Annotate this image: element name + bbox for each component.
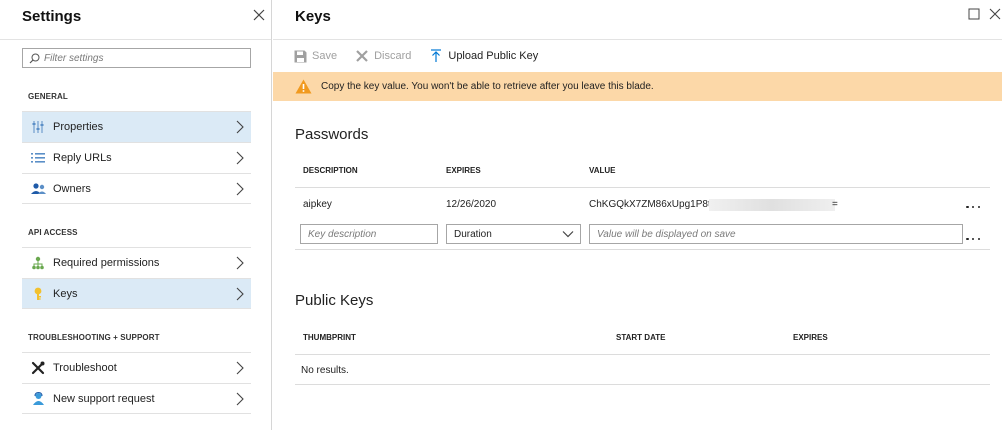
public-keys-heading: Public Keys <box>295 292 374 309</box>
table-divider <box>295 187 990 188</box>
empty-results-text: No results. <box>301 365 349 376</box>
maximize-icon[interactable] <box>968 8 980 20</box>
warning-text: Copy the key value. You won't be able to… <box>321 81 654 92</box>
hierarchy-icon <box>30 255 46 271</box>
upload-icon <box>429 49 443 63</box>
warning-banner: Copy the key value. You won't be able to… <box>273 72 1002 101</box>
save-button[interactable]: Save <box>293 49 337 63</box>
discard-icon <box>355 49 369 63</box>
sidebar-item-label: Required permissions <box>53 257 160 269</box>
sidebar-item-label: Troubleshoot <box>53 362 117 374</box>
section-label-api-access: API ACCESS <box>28 228 78 237</box>
upload-public-key-button[interactable]: Upload Public Key <box>429 49 538 63</box>
sidebar-item-label: Keys <box>53 287 78 300</box>
keys-blade: Keys Save Discard Upload Public Key Copy… <box>273 0 1002 430</box>
list-icon <box>30 150 46 166</box>
key-value[interactable]: ChKGQkX7ZM86xUpg1P8t <box>589 199 711 210</box>
key-icon <box>30 286 46 302</box>
filter-settings-input[interactable] <box>44 52 244 64</box>
search-icon <box>29 53 40 63</box>
key-expires: 12/26/2020 <box>446 199 497 210</box>
divider <box>273 39 1002 40</box>
table-divider <box>295 249 990 250</box>
toolbar: Save Discard Upload Public Key <box>293 46 556 66</box>
table-divider <box>295 384 990 385</box>
chevron-right-icon <box>236 151 244 165</box>
passwords-heading: Passwords <box>295 126 369 143</box>
key-value-suffix: = <box>832 199 838 210</box>
duration-selected-value: Duration <box>454 228 492 240</box>
section-label-troubleshooting: TROUBLESHOOTING + SUPPORT <box>28 333 160 342</box>
chevron-right-icon <box>236 287 244 300</box>
settings-title: Settings <box>22 8 82 25</box>
table-divider <box>295 354 990 355</box>
sidebar-item-owners[interactable]: Owners <box>22 173 251 204</box>
column-header-description: DESCRIPTION <box>303 166 358 175</box>
sidebar-item-troubleshoot[interactable]: Troubleshoot <box>22 352 251 383</box>
page-title: Keys <box>295 8 331 25</box>
close-icon[interactable] <box>989 8 1001 20</box>
divider <box>0 39 271 40</box>
column-header-value: VALUE <box>589 166 616 175</box>
filter-settings-box[interactable] <box>22 48 251 68</box>
sidebar-item-label: New support request <box>53 392 155 405</box>
sidebar-item-reply-urls[interactable]: Reply URLs <box>22 142 251 173</box>
save-icon <box>293 49 307 63</box>
users-icon <box>30 181 46 197</box>
sidebar-item-label: Properties <box>53 121 104 133</box>
chevron-right-icon <box>236 182 244 195</box>
column-header-start-date: START DATE <box>616 333 666 342</box>
key-value-input[interactable] <box>589 224 963 244</box>
chevron-down-icon <box>562 231 574 238</box>
sidebar-item-properties[interactable]: Properties <box>22 111 251 142</box>
key-description-input[interactable] <box>300 224 438 244</box>
wrench-icon <box>30 360 46 376</box>
column-header-expires: EXPIRES <box>793 333 828 342</box>
support-person-icon <box>30 391 46 407</box>
save-label: Save <box>312 50 338 62</box>
column-header-expires: EXPIRES <box>446 166 481 175</box>
redacted-value <box>709 199 835 211</box>
column-header-thumbprint: THUMBPRINT <box>303 333 356 342</box>
section-label-general: GENERAL <box>28 92 68 101</box>
upload-label: Upload Public Key <box>448 50 539 62</box>
chevron-right-icon <box>236 256 244 270</box>
duration-select[interactable]: Duration <box>446 224 581 244</box>
sidebar-item-label: Owners <box>53 182 91 195</box>
sidebar-item-required-permissions[interactable]: Required permissions <box>22 247 251 278</box>
more-icon[interactable] <box>966 202 980 212</box>
chevron-right-icon <box>236 392 244 405</box>
sliders-icon <box>30 119 46 135</box>
discard-button[interactable]: Discard <box>355 49 411 63</box>
discard-label: Discard <box>374 50 412 62</box>
close-icon[interactable] <box>252 8 266 22</box>
chevron-right-icon <box>236 361 244 375</box>
sidebar-item-keys[interactable]: Keys <box>22 278 251 309</box>
key-description: aipkey <box>303 199 332 210</box>
sidebar-item-new-support-request[interactable]: New support request <box>22 383 251 414</box>
sidebar-item-label: Reply URLs <box>53 152 112 164</box>
more-icon[interactable] <box>966 234 980 244</box>
warning-icon <box>295 79 312 94</box>
settings-blade: Settings GENERAL Properties <box>0 0 272 430</box>
chevron-right-icon <box>236 120 244 134</box>
